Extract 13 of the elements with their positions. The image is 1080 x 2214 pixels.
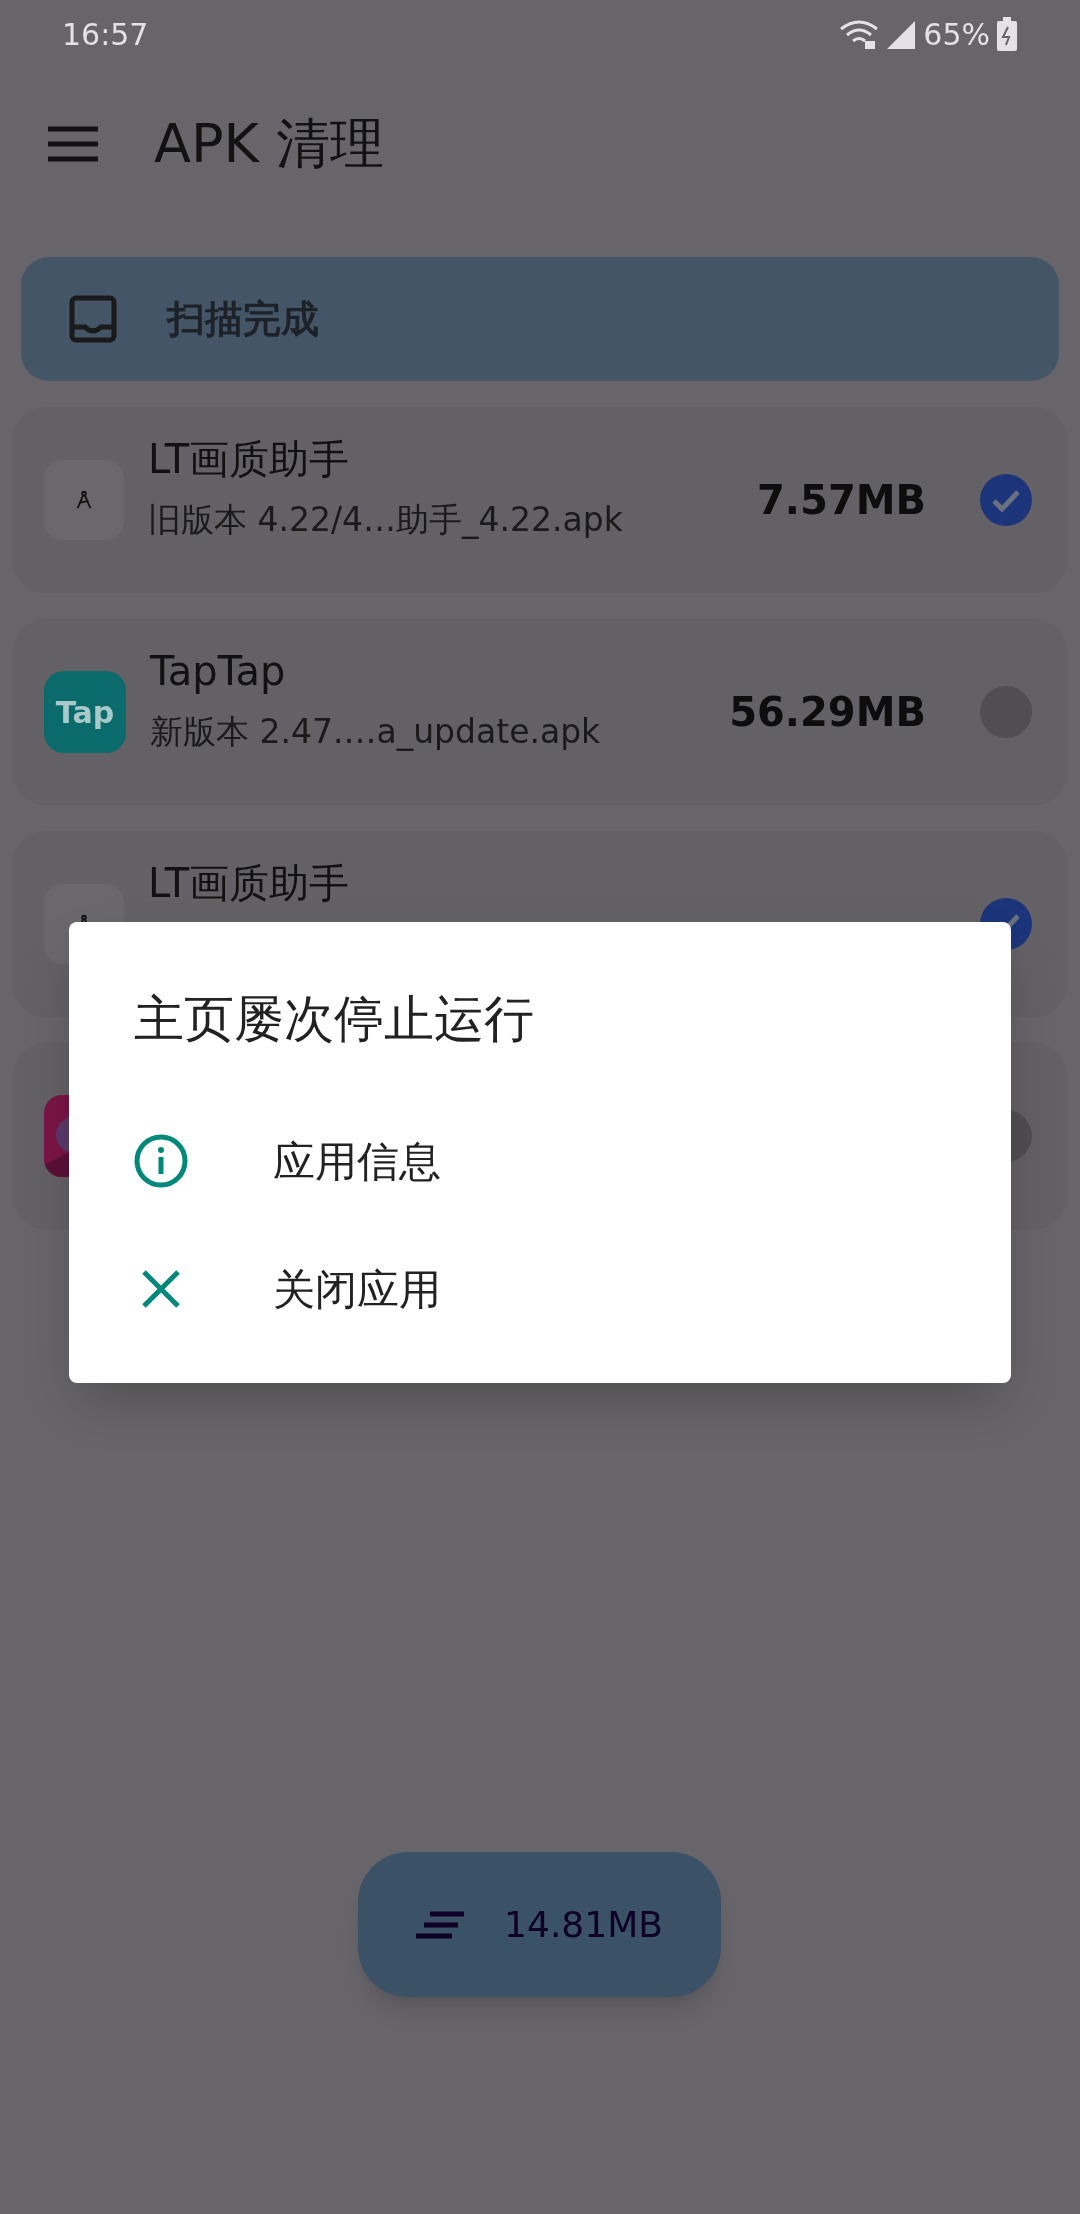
apk-file-info: 新版本 2.47.…a_update.apk xyxy=(150,711,602,753)
app-title: APK 清理 xyxy=(154,111,385,177)
dialog-title: 主页屡次停止运行 xyxy=(133,989,535,1050)
app-name: LT画质助手 xyxy=(148,859,351,908)
status-text: 扫描完成 xyxy=(167,295,319,343)
file-size: 56.29MB xyxy=(729,688,926,737)
apk-file-info: 旧版本 4.22/4…助手_4.22.apk xyxy=(148,499,624,541)
status-time: 16:57 xyxy=(62,15,149,54)
app-icon: Tap xyxy=(44,671,126,753)
app-name: TapTap xyxy=(150,647,287,696)
battery-percent: 65% xyxy=(923,15,990,54)
app-name: LT画质助手 xyxy=(148,435,351,484)
file-size: 7.57MB xyxy=(757,476,926,525)
